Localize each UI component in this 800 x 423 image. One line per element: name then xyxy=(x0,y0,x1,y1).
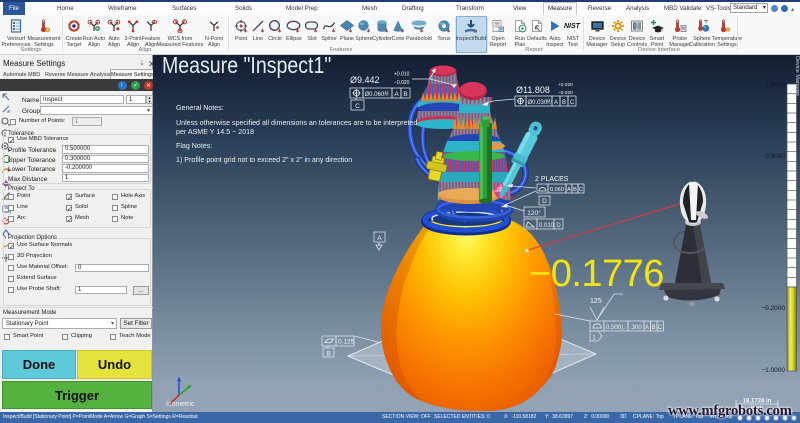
svg-text:Ø11.808: Ø11.808 xyxy=(516,85,550,95)
svg-text:A: A xyxy=(567,187,571,193)
svg-text:z: z xyxy=(183,379,186,385)
svg-text:Ⓛ: Ⓛ xyxy=(620,323,626,331)
svg-text:2 PLACES: 2 PLACES xyxy=(535,176,569,183)
svg-text:−0.020: −0.020 xyxy=(394,80,410,86)
svg-text:NIST: NIST xyxy=(564,23,581,30)
svg-text:B: B xyxy=(573,187,577,193)
svg-text:C: C xyxy=(355,103,360,110)
svg-text:B: B xyxy=(326,351,330,358)
svg-text:A: A xyxy=(645,325,649,331)
svg-text:D: D xyxy=(556,223,561,229)
svg-text:125: 125 xyxy=(590,298,602,305)
svg-text:120°: 120° xyxy=(527,209,541,217)
svg-text:1.0000: 1.0000 xyxy=(765,82,785,89)
svg-text:C: C xyxy=(658,325,663,331)
svg-text:B: B xyxy=(403,91,407,98)
svg-text:A: A xyxy=(377,235,382,242)
svg-text:0.010: 0.010 xyxy=(539,223,555,229)
svg-text:Ø9.442: Ø9.442 xyxy=(350,75,380,85)
svg-text:B: B xyxy=(562,100,566,106)
svg-text:D: D xyxy=(542,198,547,205)
svg-text:+0.020: +0.020 xyxy=(558,82,573,88)
svg-text:Ⓜ: Ⓜ xyxy=(546,98,552,106)
svg-text:Ø0.060: Ø0.060 xyxy=(365,92,385,98)
svg-text:0.3000: 0.3000 xyxy=(765,153,785,160)
svg-text:0.060: 0.060 xyxy=(550,187,564,193)
svg-text:Y: Y xyxy=(191,387,195,393)
svg-text:A: A xyxy=(394,91,399,98)
svg-text:C: C xyxy=(570,100,575,106)
svg-text:1: 1 xyxy=(592,336,596,342)
svg-text:−0.2000: −0.2000 xyxy=(761,305,785,312)
svg-text:C: C xyxy=(579,187,583,193)
svg-text:B: B xyxy=(651,325,655,331)
svg-text:−1.0000: −1.0000 xyxy=(761,367,785,374)
svg-text:.300: .300 xyxy=(630,325,642,331)
svg-text:Ø0.030: Ø0.030 xyxy=(528,100,548,106)
svg-text:0.125: 0.125 xyxy=(338,339,355,346)
svg-text:−0.020: −0.020 xyxy=(558,90,573,96)
svg-text:Ⓜ: Ⓜ xyxy=(384,90,390,98)
svg-text:A: A xyxy=(554,100,558,106)
svg-text:+0.010: +0.010 xyxy=(394,72,410,78)
